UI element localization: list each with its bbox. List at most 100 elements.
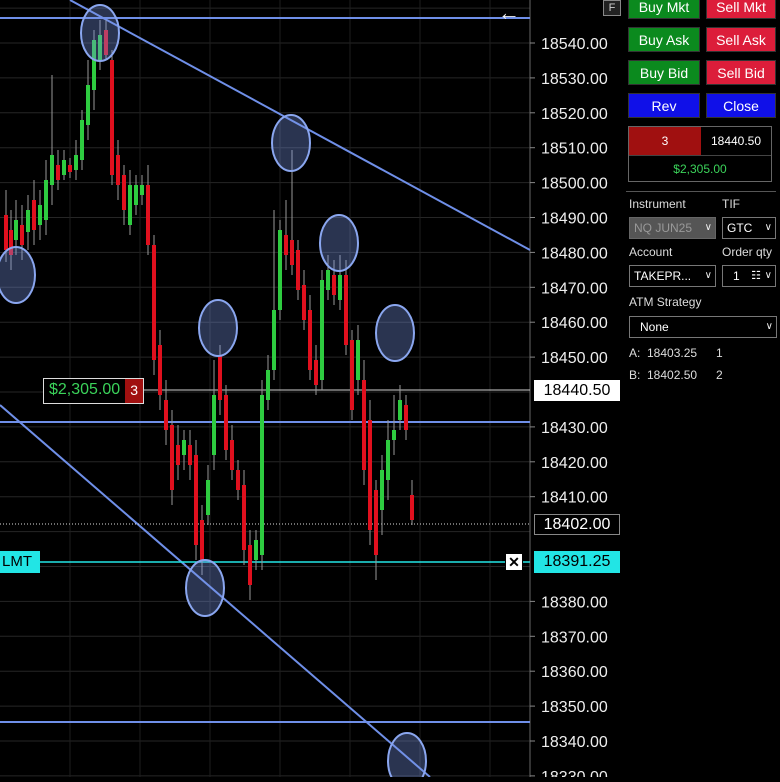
candle-down xyxy=(284,235,288,255)
instrument-select[interactable]: NQ JUN25 ∨ xyxy=(629,217,716,239)
candle-down xyxy=(332,275,336,295)
candle-up xyxy=(140,185,144,195)
highlight-circle xyxy=(198,299,238,357)
price-tick-label: 18410.00 xyxy=(541,490,608,507)
keypad-icon[interactable]: ☷ xyxy=(751,266,761,286)
instrument-label: Instrument xyxy=(629,197,686,211)
price-tick-label: 18350.00 xyxy=(541,699,608,716)
candle-down xyxy=(224,395,228,450)
price-tick-label: 18370.00 xyxy=(541,629,608,646)
candle-up xyxy=(212,395,216,455)
highlight-circle xyxy=(319,214,359,272)
candle-up xyxy=(266,370,270,400)
atm-strategy-label: ATM Strategy xyxy=(629,295,702,309)
highlight-circle xyxy=(185,559,225,617)
back-arrow-icon[interactable]: ← xyxy=(498,2,520,24)
candle-up xyxy=(206,480,210,515)
candle-down xyxy=(302,285,306,320)
order-qty-value: 1 xyxy=(733,269,740,283)
candle-up xyxy=(326,270,330,290)
candle-up xyxy=(74,155,78,170)
candle-down xyxy=(374,490,378,555)
buy-ask-button[interactable]: Buy Ask xyxy=(628,27,700,52)
chevron-down-icon[interactable]: ∨ xyxy=(765,266,772,286)
candle-down xyxy=(362,380,366,470)
candle-down xyxy=(152,245,156,360)
candle-down xyxy=(236,470,240,490)
candle-up xyxy=(392,430,396,440)
atm-strategy-select[interactable]: None ∨ xyxy=(629,316,777,338)
entry-price-tag: 18440.50 xyxy=(534,380,620,401)
price-tick-label: 18490.00 xyxy=(541,211,608,228)
candle-down xyxy=(242,485,246,550)
price-tick-label: 18470.00 xyxy=(541,280,608,297)
position-qty: 3 xyxy=(629,127,701,155)
position-pnl: $2,305.00 xyxy=(629,155,771,182)
candle-down xyxy=(56,165,60,180)
position-pnl-label[interactable]: $2,305.00 3 xyxy=(43,378,144,404)
candle-down xyxy=(344,275,348,345)
candle-down xyxy=(194,455,198,545)
order-qty-input[interactable]: 1 ☷ ∨ xyxy=(722,265,776,287)
sell-market-button[interactable]: Sell Mkt xyxy=(706,0,776,19)
candle-up xyxy=(80,120,84,160)
candle-down xyxy=(248,545,252,585)
ask-size: 1 xyxy=(716,346,723,360)
candle-up xyxy=(398,400,402,420)
candle-down xyxy=(188,445,192,465)
price-tick-label: 18520.00 xyxy=(541,106,608,123)
order-qty-label: Order qty xyxy=(722,245,773,259)
price-tick-label: 18540.00 xyxy=(541,36,608,53)
candle-up xyxy=(44,180,48,220)
candle-down xyxy=(68,165,72,172)
candle-down xyxy=(350,340,354,410)
candle-up xyxy=(38,205,42,225)
candle-up xyxy=(14,220,18,240)
candle-down xyxy=(20,225,24,245)
f-button[interactable]: F xyxy=(603,0,621,16)
candle-down xyxy=(110,60,114,175)
order-type-label[interactable]: LMT xyxy=(0,551,40,573)
candle-down xyxy=(170,425,174,490)
price-chart[interactable]: 18540.00 18530.00 18520.00 18510.00 18500.00… xyxy=(0,0,622,782)
sell-ask-button[interactable]: Sell Ask xyxy=(706,27,776,52)
buy-bid-button[interactable]: Buy Bid xyxy=(628,60,700,85)
reverse-button[interactable]: Rev xyxy=(628,93,700,118)
candle-down xyxy=(290,240,294,265)
position-price: 18440.50 xyxy=(701,127,771,155)
price-tick-label: 18360.00 xyxy=(541,664,608,681)
instrument-value: NQ JUN25 xyxy=(634,221,693,235)
candle-up xyxy=(254,540,258,560)
highlight-circle xyxy=(0,246,36,304)
account-value: TAKEPR... xyxy=(634,269,692,283)
highlight-circle xyxy=(375,304,415,362)
price-tick-label: 18380.00 xyxy=(541,594,608,611)
price-axis: 18540.00 18530.00 18520.00 18510.00 18500.00… xyxy=(530,36,608,782)
price-tick-label: 18450.00 xyxy=(541,350,608,367)
candle-down xyxy=(368,420,372,530)
price-tick-label: 18430.00 xyxy=(541,420,608,437)
candle-up xyxy=(50,155,54,185)
bid-label: B: xyxy=(629,368,641,382)
candle-down xyxy=(146,185,150,245)
tif-select[interactable]: GTC ∨ xyxy=(722,217,776,239)
candle-down xyxy=(4,215,8,250)
close-position-button[interactable]: Close xyxy=(706,93,776,118)
price-tick-label: 18510.00 xyxy=(541,141,608,158)
account-select[interactable]: TAKEPR... ∨ xyxy=(629,265,716,287)
candle-up xyxy=(356,340,360,380)
chevron-down-icon: ∨ xyxy=(704,222,712,233)
last-price-tag: 18402.00 xyxy=(534,514,620,535)
candle-up xyxy=(134,185,138,205)
sell-bid-button[interactable]: Sell Bid xyxy=(706,60,776,85)
position-display: 3 18440.50 $2,305.00 xyxy=(628,126,772,182)
candle-down xyxy=(158,345,162,395)
atm-strategy-value: None xyxy=(640,320,669,334)
price-tick-label: 18330.00 xyxy=(541,769,608,777)
order-price-tag[interactable]: 18391.25 xyxy=(534,551,620,573)
divider xyxy=(626,191,776,192)
cancel-order-icon[interactable]: ✕ xyxy=(505,553,523,571)
position-pnl: $2,305.00 xyxy=(49,381,121,398)
price-tick-label: 18460.00 xyxy=(541,315,608,332)
buy-market-button[interactable]: Buy Mkt xyxy=(628,0,700,19)
